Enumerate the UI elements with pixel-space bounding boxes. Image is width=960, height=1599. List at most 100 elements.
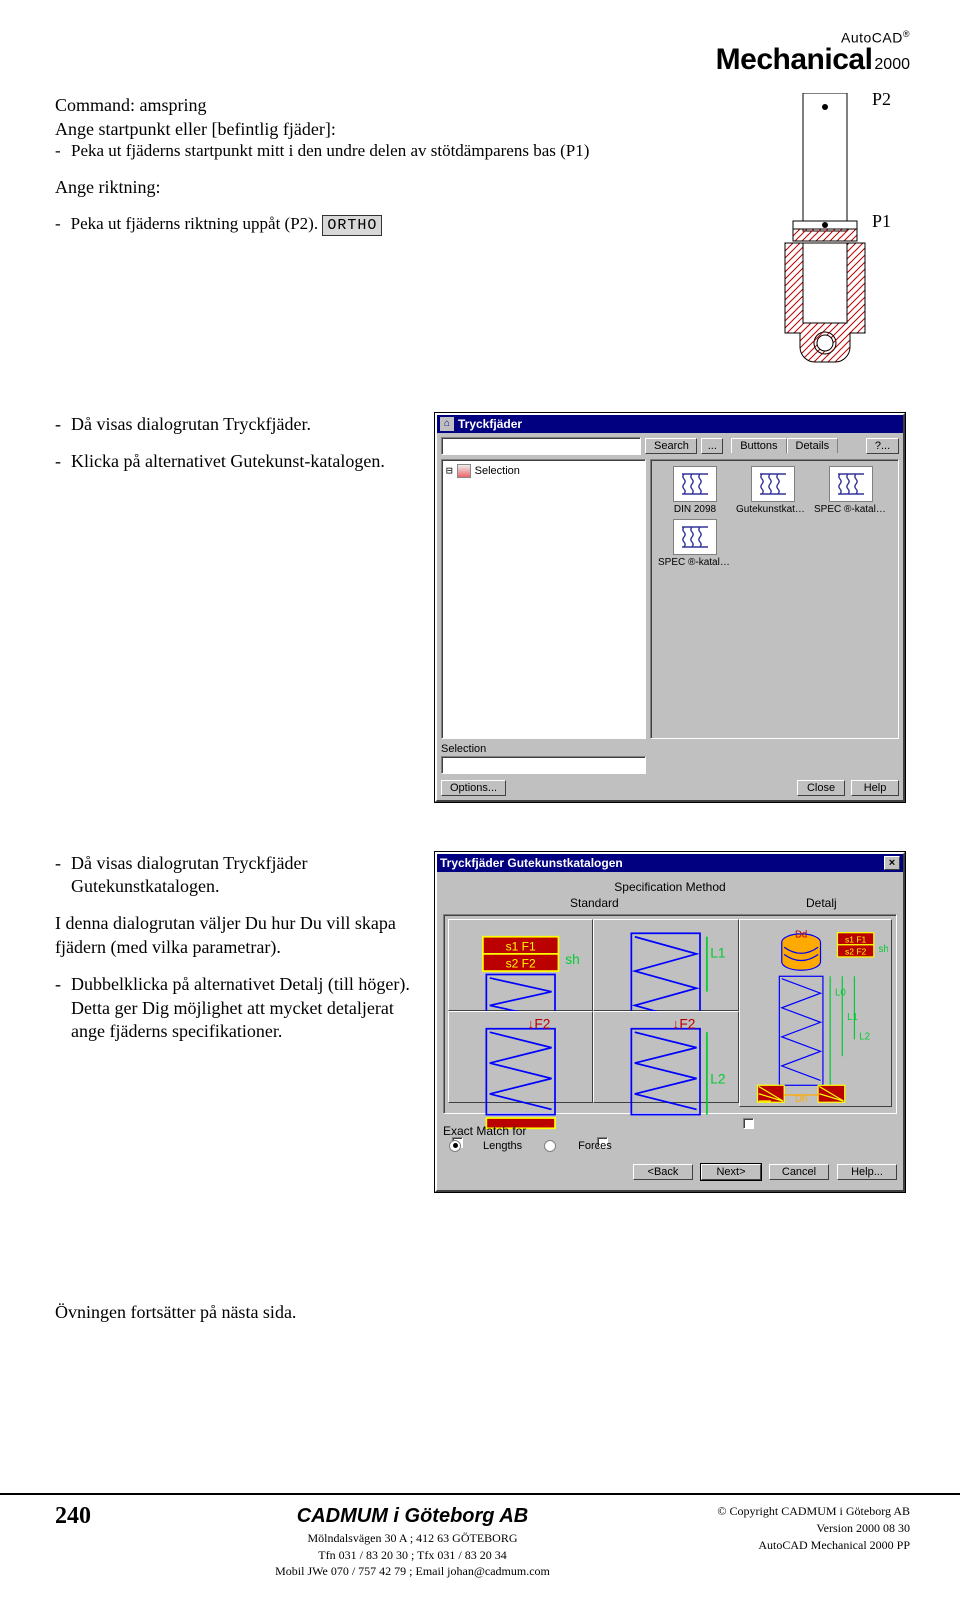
footer-version: Version 2000 08 30 <box>680 1520 910 1537</box>
svg-text:L2: L2 <box>859 1031 870 1042</box>
bullet-p2: Peka ut fjäderns riktning uppåt (P2). <box>71 214 318 233</box>
close-icon[interactable]: × <box>884 856 900 870</box>
bullet-dblclick-detalj: Dubbelklicka på alternativet Detalj (til… <box>55 973 415 1043</box>
catalog-grid: DIN 2098 Gutekunstkatalo... SPEC ®-katal… <box>650 459 899 739</box>
svg-text:s1 F1: s1 F1 <box>506 939 536 953</box>
catalog-item-label: Gutekunstkatalo... <box>736 504 810 515</box>
help-button[interactable]: Help... <box>837 1164 897 1180</box>
brand-header: AutoCAD® Mechanical2000 <box>55 30 910 75</box>
footer-address: Mölndalsvägen 30 A ; 412 63 GÖTEBORG <box>145 1530 680 1546</box>
label-p1: P1 <box>872 211 891 232</box>
tree-item-selection[interactable]: ⊟ Selection <box>446 464 641 478</box>
radio-forces-label: Forces <box>578 1140 612 1152</box>
para-choose: I denna dialogrutan väljer Du hur Du vil… <box>55 912 415 959</box>
catalog-item[interactable]: SPEC ®-katalog B <box>813 466 889 515</box>
spring-icon <box>829 466 873 502</box>
tab-buttons[interactable]: Buttons <box>731 438 786 453</box>
bullet-dlg-shown: Då visas dialogrutan Tryckfjäder. <box>55 413 415 436</box>
svg-text:L2: L2 <box>711 1071 726 1086</box>
options-button[interactable]: Options... <box>441 780 506 796</box>
section-2: Då visas dialogrutan Tryckfjäder. Klicka… <box>55 413 910 802</box>
spec-grid: s1 F1 s2 F2 sh <box>443 914 897 1114</box>
catalog-item[interactable]: Gutekunstkatalo... <box>735 466 811 515</box>
brand-reg: ® <box>903 29 910 39</box>
help-small-button[interactable]: ?... <box>866 438 899 454</box>
svg-text:L1: L1 <box>711 945 726 960</box>
section-3: Då visas dialogrutan Tryckfjäder Gutekun… <box>55 852 910 1192</box>
spring-icon <box>751 466 795 502</box>
tree-item-label: Selection <box>475 465 520 477</box>
damper-svg <box>775 93 885 373</box>
dlg2-titlebar[interactable]: Tryckfjäder Gutekunstkatalogen × <box>437 854 903 872</box>
ortho-badge: ORTHO <box>322 215 382 236</box>
spec-option-detalj[interactable]: Dd s1 F1 s2 F2 sh <box>739 919 892 1107</box>
command-line-3: Ange riktning: <box>55 175 725 199</box>
damper-figure: P2 P1 <box>775 93 885 373</box>
continue-text: Övningen fortsätter på nästa sida. <box>55 1302 910 1323</box>
spec-option[interactable]: ↓F2 <box>448 1011 593 1103</box>
brand-year: 2000 <box>874 56 910 73</box>
tab-details[interactable]: Details <box>787 438 839 453</box>
svg-text:s2 F2: s2 F2 <box>506 956 536 970</box>
svg-text:s1 F1: s1 F1 <box>845 934 866 944</box>
catalog-item[interactable]: SPEC ®-katalog A <box>657 519 733 568</box>
search-button[interactable]: Search <box>645 438 697 454</box>
dlg1-app-icon: ⌂ <box>440 417 454 431</box>
bullet-click-gutekunst: Klicka på alternativet Gutekunst-katalog… <box>55 450 415 473</box>
spec-option[interactable]: ↓F2 L2 <box>593 1011 738 1103</box>
bullet-p1: Peka ut fjäderns startpunkt mitt i den u… <box>55 141 725 161</box>
dialog-gutekunst: Tryckfjäder Gutekunstkatalogen × Specifi… <box>435 852 905 1192</box>
tree-panel[interactable]: ⊟ Selection <box>441 459 646 739</box>
footer-mobile: Mobil JWe 070 / 757 42 79 ; Email johan@… <box>145 1563 680 1579</box>
catalog-item-label: SPEC ®-katalog B <box>814 504 888 515</box>
help-button[interactable]: Help <box>851 780 899 796</box>
svg-text:s2 F2: s2 F2 <box>845 946 866 956</box>
dlg1-titlebar[interactable]: ⌂ Tryckfjäder <box>437 415 903 433</box>
next-button[interactable]: Next> <box>701 1164 761 1180</box>
section-1: Command: amspring Ange startpunkt eller … <box>55 93 910 373</box>
dlg2-subtitle: Specification Method <box>443 880 897 894</box>
label-p2: P2 <box>872 89 891 110</box>
catalog-item-label: DIN 2098 <box>658 504 732 515</box>
checkbox[interactable] <box>743 1118 754 1129</box>
page-number: 240 <box>55 1503 145 1530</box>
footer-company: CADMUM i Göteborg AB <box>145 1503 680 1530</box>
svg-text:L1: L1 <box>847 1012 858 1023</box>
spring-icon <box>673 519 717 555</box>
radio-lengths[interactable] <box>449 1140 461 1152</box>
catalog-item[interactable]: DIN 2098 <box>657 466 733 515</box>
svg-text:Dh: Dh <box>795 1094 807 1105</box>
command-line-1: Command: amspring <box>55 93 725 117</box>
radio-forces[interactable] <box>544 1140 556 1152</box>
col-detalj: Detalj <box>746 894 897 914</box>
page-footer: 240 CADMUM i Göteborg AB Mölndalsvägen 3… <box>0 1493 960 1579</box>
brand-main: Mechanical <box>716 43 873 76</box>
dlg2-title: Tryckfjäder Gutekunstkatalogen <box>440 856 623 870</box>
selection-label: Selection <box>441 743 899 755</box>
svg-text:sh: sh <box>878 944 888 955</box>
spec-option[interactable]: s1 F1 s2 F2 sh <box>448 919 593 1011</box>
selection-icon <box>457 464 471 478</box>
browse-button[interactable]: ... <box>701 438 723 454</box>
catalog-item-label: SPEC ®-katalog A <box>658 557 732 568</box>
back-button[interactable]: <Back <box>633 1164 693 1180</box>
spec-option[interactable]: L1 <box>593 919 738 1011</box>
close-button[interactable]: Close <box>797 780 845 796</box>
footer-phone: Tfn 031 / 83 20 30 ; Tfx 031 / 83 20 34 <box>145 1547 680 1563</box>
search-input[interactable] <box>441 437 641 455</box>
command-line-2: Ange startpunkt eller [befintlig fjäder]… <box>55 117 725 141</box>
footer-copyright: © Copyright CADMUM i Göteborg AB <box>680 1503 910 1520</box>
dialog-tryckfjader: ⌂ Tryckfjäder Search ... Buttons Details… <box>435 413 905 802</box>
svg-text:↓F2: ↓F2 <box>673 1016 696 1031</box>
svg-text:sh: sh <box>565 952 580 967</box>
footer-product: AutoCAD Mechanical 2000 PP <box>680 1537 910 1554</box>
svg-text:L0: L0 <box>835 987 846 998</box>
selection-field[interactable] <box>441 756 646 774</box>
bullet-dlg2-shown: Då visas dialogrutan Tryckfjäder Gutekun… <box>55 852 415 899</box>
svg-text:↓F2: ↓F2 <box>528 1016 551 1031</box>
spring-icon <box>673 466 717 502</box>
col-standard: Standard <box>443 894 746 914</box>
cancel-button[interactable]: Cancel <box>769 1164 829 1180</box>
svg-text:Dd: Dd <box>795 929 807 940</box>
radio-lengths-label: Lengths <box>483 1140 522 1152</box>
